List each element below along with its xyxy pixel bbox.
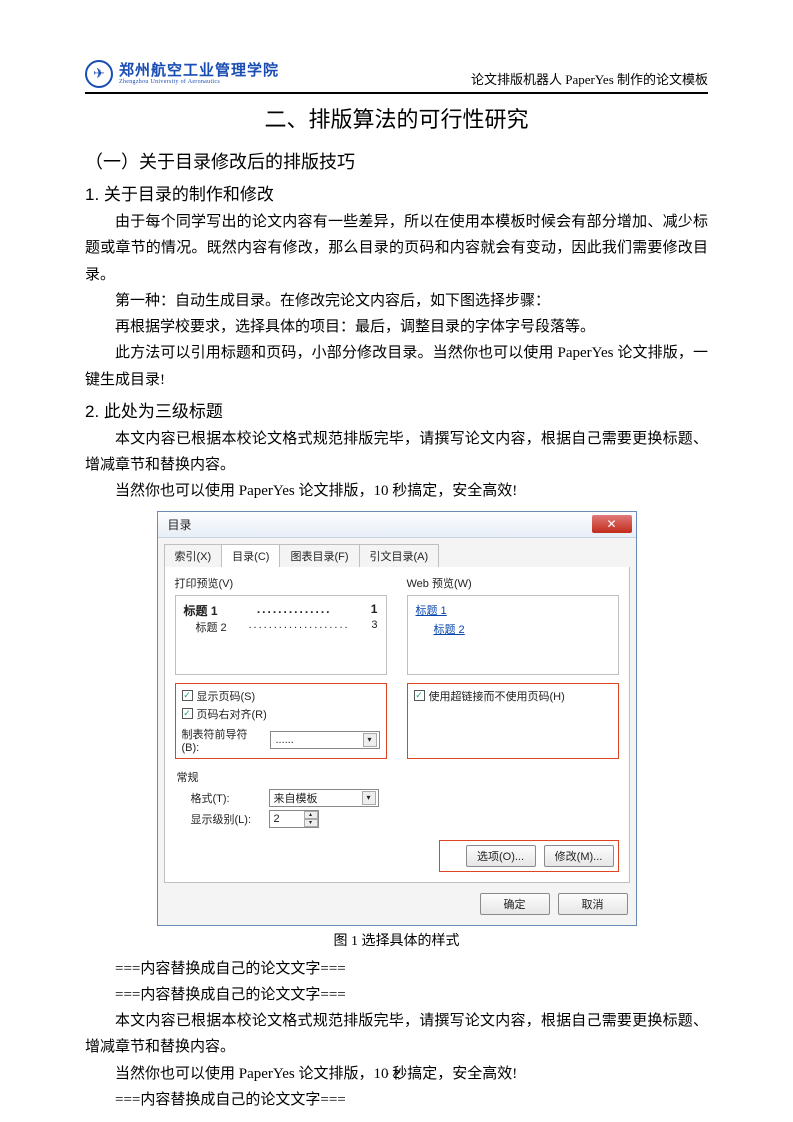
paragraph: ===内容替换成自己的论文文字===	[85, 982, 708, 1008]
toc-dialog: 目录 ✕ 索引(X) 目录(C) 图表目录(F) 引文目录(A) 打印预览(V)…	[157, 511, 637, 926]
levels-value: 2	[270, 813, 304, 825]
checkbox-icon: ✓	[182, 708, 193, 719]
paragraph: 再根据学校要求，选择具体的项目：最后，调整目录的字体字号段落等。	[85, 314, 708, 340]
paragraph: 第一种：自动生成目录。在修改完论文内容后，如下图选择步骤：	[85, 288, 708, 314]
dialog-figure: 目录 ✕ 索引(X) 目录(C) 图表目录(F) 引文目录(A) 打印预览(V)…	[85, 511, 708, 926]
tab-figures[interactable]: 图表目录(F)	[279, 544, 359, 567]
general-section-label: 常规	[177, 769, 619, 785]
format-combo[interactable]: 来自模板 ▾	[269, 789, 379, 807]
dots-icon: ....................	[248, 619, 349, 635]
paragraph: ===内容替换成自己的论文文字===	[85, 956, 708, 982]
preview-heading1: 标题 1	[184, 602, 218, 619]
preview-page2: 3	[371, 619, 377, 635]
dots-icon: ..............	[257, 602, 332, 619]
logo-en: Zhengzhou University of Aeronautics	[119, 79, 279, 85]
dialog-body: 打印预览(V) 标题 1 .............. 1 标题 2 .....…	[164, 567, 630, 883]
hyperlink-label: 使用超链接而不使用页码(H)	[429, 688, 565, 704]
logo-cn: 郑州航空工业管理学院	[119, 64, 279, 79]
tab-leader-combo[interactable]: ...... ▾	[270, 731, 379, 749]
paragraph: ===内容替换成自己的论文文字===	[85, 1087, 708, 1113]
close-button[interactable]: ✕	[592, 515, 632, 533]
show-page-checkbox[interactable]: ✓ 显示页码(S)	[182, 688, 380, 704]
tab-index[interactable]: 索引(X)	[164, 544, 223, 567]
preview-link-1[interactable]: 标题 1	[416, 602, 610, 618]
levels-label: 显示级别(L):	[191, 811, 261, 827]
logo-icon: ✈	[85, 60, 113, 88]
chapter-title: 二、排版算法的可行性研究	[85, 102, 708, 134]
format-label: 格式(T):	[191, 790, 261, 806]
options-button[interactable]: 选项(O)...	[466, 845, 536, 867]
chevron-down-icon: ▾	[362, 791, 376, 805]
checkbox-icon: ✓	[414, 690, 425, 701]
preview-link-2[interactable]: 标题 2	[434, 621, 610, 637]
right-align-checkbox[interactable]: ✓ 页码右对齐(R)	[182, 706, 380, 722]
modify-button[interactable]: 修改(M)...	[544, 845, 614, 867]
print-preview-label: 打印预览(V)	[175, 575, 387, 591]
chevron-down-icon: ▾	[304, 819, 318, 827]
hyperlink-option-group: ✓ 使用超链接而不使用页码(H)	[407, 683, 619, 759]
tab-toc[interactable]: 目录(C)	[221, 544, 280, 567]
checkbox-icon: ✓	[182, 690, 193, 701]
right-align-label: 页码右对齐(R)	[197, 706, 267, 722]
dialog-tabs: 索引(X) 目录(C) 图表目录(F) 引文目录(A)	[158, 538, 636, 567]
dialog-title: 目录	[168, 516, 192, 533]
show-page-label: 显示页码(S)	[197, 688, 256, 704]
paragraph: 由于每个同学写出的论文内容有一些差异，所以在使用本模板时候会有部分增加、减少标题…	[85, 209, 708, 288]
page-options-group: ✓ 显示页码(S) ✓ 页码右对齐(R) 制表符前导符(B): ...... ▾	[175, 683, 387, 759]
dialog-titlebar: 目录 ✕	[158, 512, 636, 538]
levels-spinner[interactable]: 2 ▴▾	[269, 810, 319, 828]
close-icon: ✕	[606, 517, 616, 531]
hyperlink-checkbox[interactable]: ✓ 使用超链接而不使用页码(H)	[414, 688, 612, 704]
paragraph: 本文内容已根据本校论文格式规范排版完毕，请撰写论文内容，根据自己需要更换标题、增…	[85, 426, 708, 479]
print-preview-box: 标题 1 .............. 1 标题 2 .............…	[175, 595, 387, 675]
dialog-buttons: 确定 取消	[158, 883, 636, 925]
chevron-up-icon: ▴	[304, 811, 318, 819]
web-preview-box: 标题 1 标题 2	[407, 595, 619, 675]
tab-leader-label: 制表符前导符(B):	[182, 726, 265, 754]
page-header: ✈ 郑州航空工业管理学院 Zhengzhou University of Aer…	[85, 60, 708, 94]
figure-caption: 图 1 选择具体的样式	[85, 930, 708, 950]
preview-heading2: 标题 2	[196, 619, 227, 635]
tab-leader-value: ......	[275, 734, 293, 746]
ok-button[interactable]: 确定	[480, 893, 550, 915]
paragraph: 本文内容已根据本校论文格式规范排版完毕，请撰写论文内容，根据自己需要更换标题、增…	[85, 1008, 708, 1061]
cancel-button[interactable]: 取消	[558, 893, 628, 915]
logo-text: 郑州航空工业管理学院 Zhengzhou University of Aeron…	[119, 64, 279, 85]
web-preview-label: Web 预览(W)	[407, 575, 619, 591]
subsection-heading-1: 1. 关于目录的制作和修改	[85, 180, 708, 205]
subsection-heading-2: 2. 此处为三级标题	[85, 397, 708, 422]
logo: ✈ 郑州航空工业管理学院 Zhengzhou University of Aer…	[85, 60, 279, 88]
preview-page1: 1	[371, 602, 378, 619]
format-value: 来自模板	[274, 790, 318, 806]
page-number: · 2 ·	[0, 1066, 793, 1082]
paragraph: 当然你也可以使用 PaperYes 论文排版，10 秒搞定，安全高效!	[85, 478, 708, 504]
section-heading-1: （一）关于目录修改后的排版技巧	[85, 148, 708, 174]
tab-citations[interactable]: 引文目录(A)	[359, 544, 440, 567]
chevron-down-icon: ▾	[363, 733, 377, 747]
header-right-text: 论文排版机器人 PaperYes 制作的论文模板	[471, 69, 708, 88]
paragraph: 此方法可以引用标题和页码，小部分修改目录。当然你也可以使用 PaperYes 论…	[85, 340, 708, 393]
